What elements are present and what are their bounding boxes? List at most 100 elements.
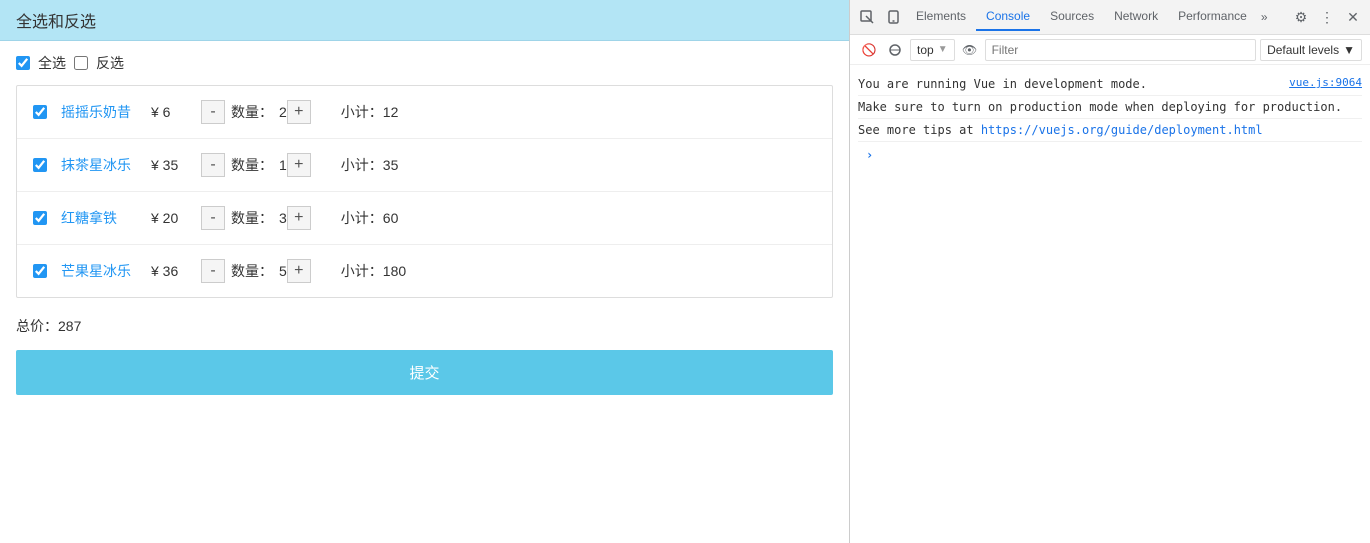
total-row: 总价：287 — [16, 312, 833, 340]
select-all-row: 全选 反选 — [16, 53, 833, 73]
total-value: 287 — [58, 318, 81, 334]
context-selector[interactable]: top ▼ — [910, 39, 955, 61]
log-levels-arrow-icon: ▼ — [1343, 43, 1355, 57]
invert-checkbox[interactable] — [74, 56, 88, 70]
console-msg-2: Make sure to turn on production mode whe… — [858, 96, 1362, 119]
item-1-name: 摇摇乐奶昔 — [61, 102, 141, 122]
item-4-subtotal-value: 180 — [383, 263, 406, 279]
item-1-checkbox[interactable] — [33, 105, 47, 119]
devtools-close-icon[interactable]: ✕ — [1340, 4, 1366, 30]
log-levels-selector[interactable]: Default levels ▼ — [1260, 39, 1362, 61]
console-msg-1-text: You are running Vue in development mode. — [858, 75, 1281, 93]
console-link[interactable]: https://vuejs.org/guide/deployment.html — [981, 123, 1263, 137]
cart-item-2: 抹茶星冰乐 ¥ 35 - 数量： 1 + 小计：35 — [17, 139, 832, 192]
item-4-qty-value: 5 — [279, 263, 287, 279]
cart-item-3: 红糖拿铁 ¥ 20 - 数量： 3 + 小计：60 — [17, 192, 832, 245]
item-1-subtotal-value: 12 — [383, 104, 399, 120]
item-4-minus-btn[interactable]: - — [201, 259, 225, 283]
filter-input[interactable] — [992, 43, 1249, 57]
item-2-qty-control: - 数量： 1 + — [201, 153, 311, 177]
item-3-name: 红糖拿铁 — [61, 208, 141, 228]
context-arrow-icon: ▼ — [938, 44, 948, 55]
filter-icon[interactable] — [884, 39, 906, 61]
item-4-subtotal: 小计：180 — [341, 261, 406, 281]
context-value: top — [917, 43, 934, 57]
item-3-plus-btn[interactable]: + — [287, 206, 311, 230]
item-3-subtotal-value: 60 — [383, 210, 399, 226]
invert-label: 反选 — [96, 53, 124, 73]
clear-console-icon[interactable]: 🚫 — [858, 39, 880, 61]
item-1-minus-btn[interactable]: - — [201, 100, 225, 124]
item-1-qty-control: - 数量： 2 + — [201, 100, 311, 124]
console-msg-2-text: Make sure to turn on production mode whe… — [858, 98, 1362, 116]
app-title: 全选和反选 — [16, 14, 96, 31]
item-2-qty-value: 1 — [279, 157, 287, 173]
item-3-subtotal: 小计：60 — [341, 208, 399, 228]
item-2-plus-btn[interactable]: + — [287, 153, 311, 177]
filter-input-container[interactable] — [985, 39, 1256, 61]
console-output: You are running Vue in development mode.… — [850, 65, 1370, 543]
app-panel: 全选和反选 全选 反选 摇摇乐奶昔 ¥ 6 - 数量： 2 + 小计：12 — [0, 0, 850, 543]
tab-sources[interactable]: Sources — [1040, 3, 1104, 31]
devtools-tabs-bar: Elements Console Sources Network Perform… — [850, 0, 1370, 35]
item-3-qty-label: 数量： — [231, 208, 273, 228]
item-1-price: ¥ 6 — [151, 104, 191, 120]
console-msg-3-text: See more tips at https://vuejs.org/guide… — [858, 121, 1362, 139]
tab-network[interactable]: Network — [1104, 3, 1168, 31]
tab-sources-label: Sources — [1050, 9, 1094, 23]
devtools-toolbar: 🚫 top ▼ 👁 Default levels ▼ — [850, 35, 1370, 65]
console-msg-1: You are running Vue in development mode.… — [858, 73, 1362, 96]
item-2-checkbox[interactable] — [33, 158, 47, 172]
item-3-qty-value: 3 — [279, 210, 287, 226]
item-3-minus-btn[interactable]: - — [201, 206, 225, 230]
tab-console-label: Console — [986, 9, 1030, 23]
tab-performance[interactable]: Performance — [1168, 3, 1257, 31]
cart-item-1: 摇摇乐奶昔 ¥ 6 - 数量： 2 + 小计：12 — [17, 86, 832, 139]
devtools-settings-icon[interactable]: ⚙ — [1288, 4, 1314, 30]
select-all-label: 全选 — [38, 53, 66, 73]
tab-elements-label: Elements — [916, 9, 966, 23]
item-4-qty-label: 数量： — [231, 261, 273, 281]
tab-network-label: Network — [1114, 9, 1158, 23]
item-1-subtotal: 小计：12 — [341, 102, 399, 122]
device-toolbar-icon[interactable] — [880, 4, 906, 30]
item-2-subtotal: 小计：35 — [341, 155, 399, 175]
console-prompt-arrow: › — [866, 146, 873, 164]
cart-item-4: 芒果星冰乐 ¥ 36 - 数量： 5 + 小计：180 — [17, 245, 832, 297]
select-all-checkbox[interactable] — [16, 56, 30, 70]
item-1-plus-btn[interactable]: + — [287, 100, 311, 124]
item-4-plus-btn[interactable]: + — [287, 259, 311, 283]
console-msg-1-source[interactable]: vue.js:9064 — [1289, 75, 1362, 93]
item-3-qty-control: - 数量： 3 + — [201, 206, 311, 230]
tab-more-label: » — [1261, 10, 1268, 24]
devtools-panel: Elements Console Sources Network Perform… — [850, 0, 1370, 543]
item-2-minus-btn[interactable]: - — [201, 153, 225, 177]
app-content: 全选 反选 摇摇乐奶昔 ¥ 6 - 数量： 2 + 小计：12 — [0, 41, 849, 543]
console-prompt: › — [858, 142, 1362, 168]
eye-icon[interactable]: 👁 — [959, 39, 981, 61]
devtools-more-options-icon[interactable]: ⋮ — [1314, 4, 1340, 30]
tab-elements[interactable]: Elements — [906, 3, 976, 31]
item-4-checkbox[interactable] — [33, 264, 47, 278]
item-4-name: 芒果星冰乐 — [61, 261, 141, 281]
item-1-qty-value: 2 — [279, 104, 287, 120]
console-msg-3: See more tips at https://vuejs.org/guide… — [858, 119, 1362, 142]
item-list: 摇摇乐奶昔 ¥ 6 - 数量： 2 + 小计：12 抹茶星冰乐 ¥ 35 - 数… — [16, 85, 833, 298]
log-levels-label: Default levels — [1267, 43, 1339, 57]
inspect-element-icon[interactable] — [854, 4, 880, 30]
item-4-price: ¥ 36 — [151, 263, 191, 279]
item-1-qty-label: 数量： — [231, 102, 273, 122]
item-2-subtotal-value: 35 — [383, 157, 399, 173]
item-2-price: ¥ 35 — [151, 157, 191, 173]
total-label: 总价： — [16, 318, 58, 334]
item-3-price: ¥ 20 — [151, 210, 191, 226]
submit-button[interactable]: 提交 — [16, 350, 833, 395]
item-3-checkbox[interactable] — [33, 211, 47, 225]
app-header: 全选和反选 — [0, 0, 849, 41]
item-4-qty-control: - 数量： 5 + — [201, 259, 311, 283]
item-2-qty-label: 数量： — [231, 155, 273, 175]
tab-console[interactable]: Console — [976, 3, 1040, 31]
tab-performance-label: Performance — [1178, 9, 1247, 23]
item-2-name: 抹茶星冰乐 — [61, 155, 141, 175]
tab-more[interactable]: » — [1257, 4, 1272, 30]
